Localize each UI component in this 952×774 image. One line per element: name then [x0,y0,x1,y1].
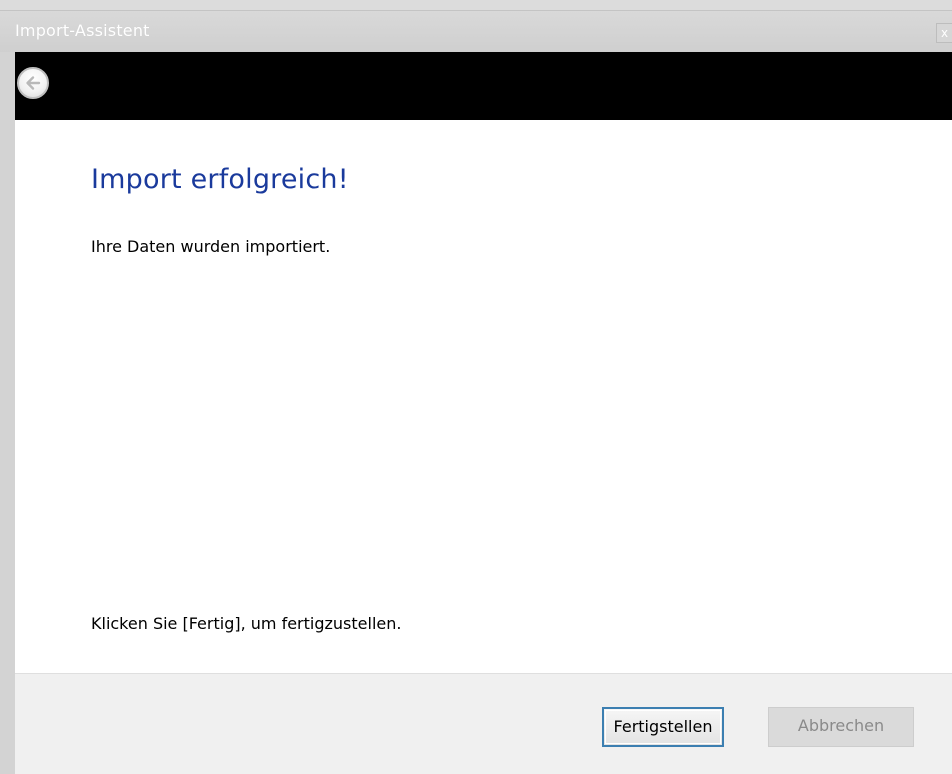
title-bar: Import-Assistent x [0,10,952,52]
back-arrow-icon [26,76,41,90]
window-title: Import-Assistent [15,21,150,40]
status-message: Ihre Daten wurden importiert. [91,237,331,256]
cancel-button: Abbrechen [768,707,914,747]
finish-button[interactable]: Fertigstellen [602,707,724,747]
page-title: Import erfolgreich! [91,164,349,195]
navigation-header [15,52,952,120]
back-button[interactable] [17,67,49,99]
import-wizard-window: Import-Assistent x Import erfolgreich! I… [0,0,952,774]
window-frame-left [0,52,15,774]
close-button[interactable]: x [936,23,952,43]
finish-button-label: Fertigstellen [605,710,721,744]
instruction-text: Klicken Sie [Fertig], um fertigzustellen… [91,614,402,633]
wizard-content: Import erfolgreich! Ihre Daten wurden im… [15,120,952,673]
button-bar: Fertigstellen Abbrechen [15,673,952,774]
